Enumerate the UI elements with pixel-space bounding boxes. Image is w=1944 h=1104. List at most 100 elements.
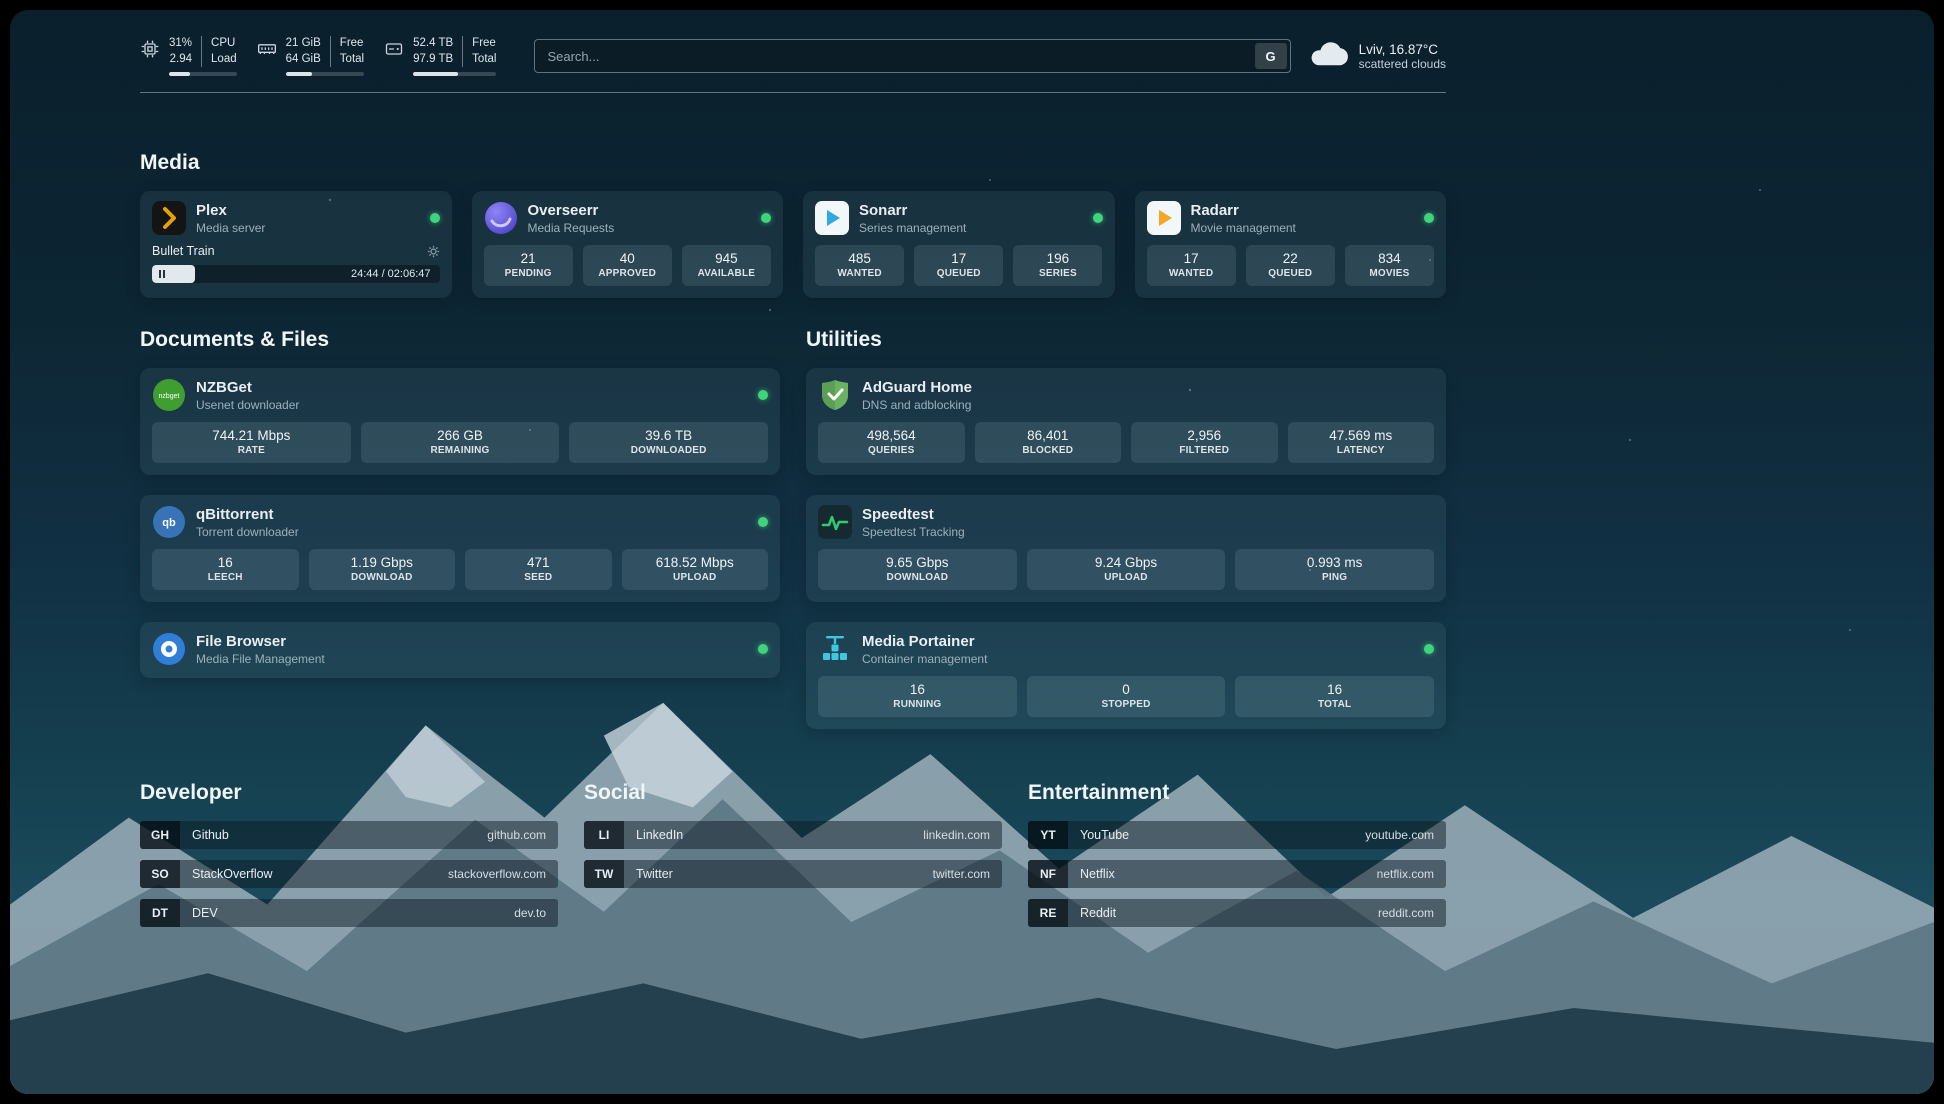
app-subtitle: Series management — [859, 221, 966, 235]
bookmark-url: youtube.com — [1365, 828, 1446, 842]
bookmark-netflix[interactable]: NFNetflixnetflix.com — [1028, 860, 1446, 888]
top-bar: 31% 2.94 CPU Load — [140, 36, 1446, 76]
stat-label: APPROVED — [587, 268, 668, 279]
stat-box: 86,401BLOCKED — [975, 422, 1122, 463]
bookmark-youtube[interactable]: YTYouTubeyoutube.com — [1028, 821, 1446, 849]
pause-icon[interactable] — [159, 270, 165, 278]
weather-condition: scattered clouds — [1359, 57, 1446, 71]
app-subtitle: Speedtest Tracking — [862, 525, 965, 539]
app-card-filebrowser[interactable]: File BrowserMedia File Management — [140, 622, 780, 678]
stat-label: SERIES — [1017, 268, 1098, 279]
app-card-header: qbqBittorrentTorrent downloader — [152, 505, 768, 539]
app-name: Media Portainer — [862, 633, 987, 651]
section-title-media: Media — [140, 151, 1446, 175]
stat-label: TOTAL — [1239, 699, 1430, 710]
stat-box: 0STOPPED — [1027, 676, 1226, 717]
search-engine-button[interactable]: G — [1255, 43, 1287, 69]
bookmark-name: Github — [180, 828, 229, 842]
stat-value: 16 — [156, 555, 295, 570]
divider — [462, 36, 463, 67]
stat-label: QUEUED — [918, 268, 999, 279]
portainer-icon — [818, 632, 852, 666]
stat-value: 0 — [1031, 682, 1222, 697]
stat-value: 16 — [1239, 682, 1430, 697]
app-card-plex[interactable]: PlexMedia server Bullet Train 24:44 / 02:0… — [140, 191, 452, 298]
bookmark-abbr: RE — [1028, 899, 1068, 927]
bookmark-github[interactable]: GHGithubgithub.com — [140, 821, 558, 849]
status-online-dot — [758, 390, 768, 400]
cpu-label: CPU — [211, 36, 237, 52]
stat-label: MOVIES — [1349, 268, 1430, 279]
stat-label: SEED — [469, 572, 608, 583]
stat-box: 16 LEECH — [152, 549, 299, 590]
now-playing-row: Bullet Train — [152, 244, 440, 258]
app-card-header: AdGuard HomeDNS and adblocking — [818, 378, 1434, 412]
stat-label: FILTERED — [1135, 445, 1274, 456]
weather-widget[interactable]: Lviv, 16.87°C scattered clouds — [1309, 40, 1446, 73]
qbittorrent-icon: qb — [152, 505, 186, 539]
bookmark-stackoverflow[interactable]: SOStackOverflowstackoverflow.com — [140, 860, 558, 888]
bookmark-reddit[interactable]: RERedditreddit.com — [1028, 899, 1446, 927]
app-card-radarr[interactable]: RadarrMovie management17WANTED22QUEUED83… — [1135, 191, 1447, 298]
app-stats: 498,564QUERIES86,401BLOCKED2,956FILTERED… — [818, 422, 1434, 463]
stat-value: 471 — [469, 555, 608, 570]
playback-progress-bar[interactable]: 24:44 / 02:06:47 — [152, 265, 440, 283]
app-card-titles: AdGuard HomeDNS and adblocking — [862, 379, 972, 412]
bookmark-name: DEV — [180, 906, 218, 920]
app-stats: 9.65 GbpsDOWNLOAD9.24 GbpsUPLOAD0.993 ms… — [818, 549, 1434, 590]
bookmark-twitter[interactable]: TWTwittertwitter.com — [584, 860, 1002, 888]
stat-box: 17WANTED — [1147, 245, 1236, 286]
stat-value: 618.52 Mbps — [626, 555, 765, 570]
bookmarks-area: DeveloperGHGithubgithub.comSOStackOverfl… — [140, 781, 1446, 978]
stat-label: LEECH — [156, 572, 295, 583]
stat-label: UPLOAD — [1031, 572, 1222, 583]
app-card-qbittorrent[interactable]: qbqBittorrentTorrent downloader16LEECH1.… — [140, 495, 780, 602]
stat-value: 9.65 Gbps — [822, 555, 1013, 570]
bookmark-group-developer: DeveloperGHGithubgithub.comSOStackOverfl… — [140, 781, 558, 938]
cpu-load-label: Load — [211, 52, 237, 68]
stat-box: 16RUNNING — [818, 676, 1017, 717]
app-card-overseerr[interactable]: OverseerrMedia Requests21PENDING40APPROV… — [472, 191, 784, 298]
app-card-titles: Media PortainerContainer management — [862, 633, 987, 666]
app-card-portainer[interactable]: Media PortainerContainer management 16RUN… — [806, 622, 1446, 729]
stat-value: 16 — [822, 682, 1013, 697]
status-online-dot — [1424, 644, 1434, 654]
search-input[interactable] — [534, 39, 1290, 73]
stat-box: 39.6 TBDOWNLOADED — [569, 422, 768, 463]
utilities-cards-stack: AdGuard HomeDNS and adblocking 498,564QUE… — [806, 368, 1446, 729]
app-card-header: PlexMedia server — [152, 201, 440, 235]
header-divider — [140, 92, 1446, 93]
stat-value: 39.6 TB — [573, 428, 764, 443]
app-card-header: RadarrMovie management — [1147, 201, 1435, 235]
cloud-icon — [1309, 40, 1349, 73]
cpu-widget: 31% 2.94 CPU Load — [140, 36, 237, 76]
app-card-nzbget[interactable]: nzbgetNZBGetUsenet downloader 744.21 Mbps… — [140, 368, 780, 475]
bookmark-dev[interactable]: DTDEVdev.to — [140, 899, 558, 927]
bookmark-name: Reddit — [1068, 906, 1116, 920]
app-card-adguard[interactable]: AdGuard HomeDNS and adblocking 498,564QUE… — [806, 368, 1446, 475]
settings-gear-icon[interactable] — [427, 245, 440, 258]
app-card-speedtest[interactable]: SpeedtestSpeedtest Tracking9.65 GbpsDOWN… — [806, 495, 1446, 602]
bookmark-linkedin[interactable]: LILinkedInlinkedin.com — [584, 821, 1002, 849]
stat-box: 0.993 msPING — [1235, 549, 1434, 590]
app-card-sonarr[interactable]: SonarrSeries management485WANTED17QUEUED… — [803, 191, 1115, 298]
playback-time: 24:44 / 02:06:47 — [351, 268, 440, 280]
section-title-utilities: Utilities — [806, 328, 1446, 352]
stat-value: 498,564 — [822, 428, 961, 443]
stat-box: 744.21 MbpsRATE — [152, 422, 351, 463]
divider — [330, 36, 331, 67]
app-stats: 16LEECH1.19 GbpsDOWNLOAD471SEED618.52 Mb… — [152, 549, 768, 590]
app-card-header: nzbgetNZBGetUsenet downloader — [152, 378, 768, 412]
ram-total-label: Total — [340, 52, 364, 68]
divider — [201, 36, 202, 67]
stat-box: 945AVAILABLE — [682, 245, 771, 286]
stat-label: WANTED — [1151, 268, 1232, 279]
stat-box: 9.24 GbpsUPLOAD — [1027, 549, 1226, 590]
stat-value: 744.21 Mbps — [156, 428, 347, 443]
app-subtitle: Movie management — [1191, 221, 1296, 235]
stat-value: 196 — [1017, 251, 1098, 266]
stat-box: 40APPROVED — [583, 245, 672, 286]
stat-label: DOWNLOAD — [313, 572, 452, 583]
stat-label: WANTED — [819, 268, 900, 279]
stat-label: LATENCY — [1292, 445, 1431, 456]
